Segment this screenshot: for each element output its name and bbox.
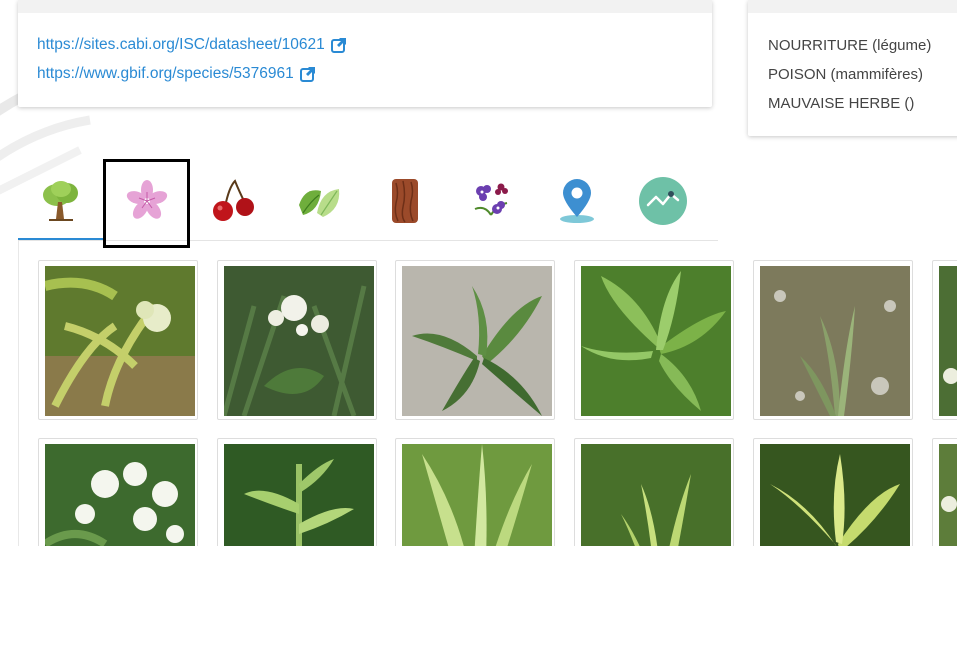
gallery-image[interactable] — [395, 438, 555, 546]
external-links-card: https://sites.cabi.org/ISC/datasheet/106… — [18, 0, 712, 107]
tab-bark[interactable] — [362, 160, 448, 242]
gallery-image[interactable] — [753, 260, 913, 420]
tab-statistics[interactable] — [620, 160, 706, 242]
plant-photo — [939, 266, 957, 416]
tree-icon — [43, 181, 78, 221]
plant-photo — [45, 266, 195, 416]
plant-photo — [224, 444, 374, 546]
tab-habit[interactable] — [18, 160, 104, 242]
card-header-strip — [18, 0, 712, 13]
link-gbif-text[interactable]: https://www.gbif.org/species/5376961 — [37, 65, 294, 83]
gallery-image[interactable] — [932, 438, 957, 546]
use-item: POISON (mammifères) — [768, 66, 924, 83]
map-pin-icon — [560, 179, 594, 223]
plant-photo — [939, 444, 957, 546]
tab-other[interactable] — [448, 160, 534, 242]
plant-flowers-icon — [474, 183, 508, 216]
plant-photo — [45, 444, 195, 546]
gallery-image[interactable] — [38, 438, 198, 546]
gallery-image[interactable] — [395, 260, 555, 420]
tab-fruit[interactable] — [190, 160, 276, 242]
plant-photo — [760, 266, 910, 416]
gallery-image[interactable] — [217, 260, 377, 420]
uses-card: NOURRITURE (légume) POISON (mammifères) … — [748, 0, 957, 136]
link-cabi-text[interactable]: https://sites.cabi.org/ISC/datasheet/106… — [37, 36, 325, 54]
plant-photo — [760, 444, 910, 546]
link-cabi[interactable]: https://sites.cabi.org/ISC/datasheet/106… — [37, 36, 347, 54]
bark-icon — [392, 179, 418, 223]
gallery-image[interactable] — [574, 438, 734, 546]
external-link-icon — [330, 38, 346, 53]
selected-tab-highlight — [103, 159, 190, 248]
leaf-icon — [299, 189, 340, 217]
external-link-icon — [299, 67, 315, 82]
plant-photo — [224, 266, 374, 416]
plant-photo — [402, 444, 552, 546]
link-gbif[interactable]: https://www.gbif.org/species/5376961 — [37, 65, 316, 83]
image-gallery — [18, 241, 957, 546]
use-item: MAUVAISE HERBE () — [768, 95, 915, 112]
cherry-fruit-icon — [213, 179, 254, 221]
gallery-image[interactable] — [217, 438, 377, 546]
tab-map[interactable] — [534, 160, 620, 242]
card-header-strip — [748, 0, 957, 13]
gallery-image[interactable] — [574, 260, 734, 420]
gallery-image[interactable] — [753, 438, 913, 546]
plant-photo — [581, 444, 731, 546]
plant-photo — [581, 266, 731, 416]
chart-line-icon — [639, 177, 687, 225]
tab-leaf[interactable] — [276, 160, 362, 242]
plant-photo — [402, 266, 552, 416]
use-item: NOURRITURE (légume) — [768, 37, 932, 54]
gallery-image[interactable] — [38, 260, 198, 420]
gallery-image[interactable] — [932, 260, 957, 420]
